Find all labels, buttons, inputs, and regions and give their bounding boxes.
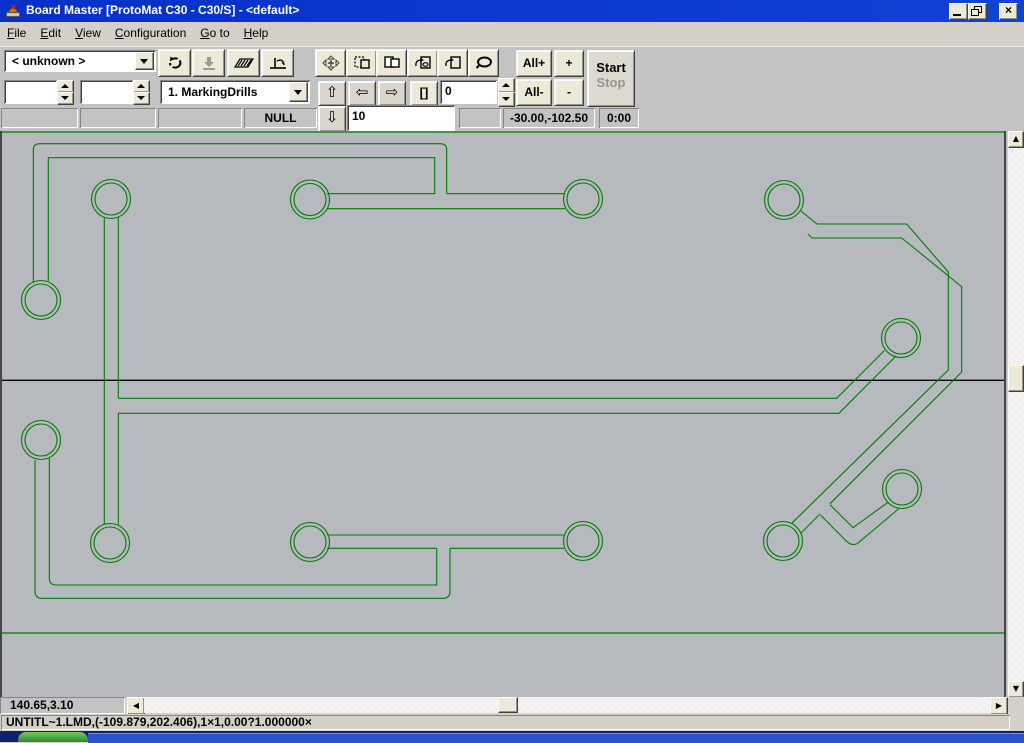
zoom-all-button[interactable] [468,49,499,77]
move-right-button[interactable]: ⇨ [378,81,406,106]
start-button-fragment[interactable] [18,732,88,742]
all-plus-button[interactable]: All+ [516,50,552,77]
taskbar-strip [0,731,1024,742]
step-size-field[interactable]: 10 [347,105,455,131]
vertical-scrollbar[interactable]: ▲ ▼ [1008,131,1024,697]
menu-item-help[interactable]: Help [244,26,269,40]
status-cell-4 [459,108,501,128]
tool-lift-button[interactable] [261,49,294,77]
rubout-area-button[interactable] [227,49,260,77]
scroll-down-button[interactable]: ▼ [1008,681,1024,698]
stop-label: Stop [588,75,634,90]
scroll-up-button[interactable]: ▲ [1008,131,1024,148]
scroll-left-button[interactable]: ◀ [127,697,145,715]
toolbar: < unknown > [0,46,1024,132]
tool-status-cell: NULL [244,108,317,128]
phase-spin-up-button[interactable] [498,78,515,93]
start-stop-button[interactable]: Start Stop [587,50,635,107]
y-position-spinner [133,80,149,104]
brackets-button[interactable]: [] [410,81,438,106]
phase-spin-down-button[interactable] [498,92,515,107]
minimize-button[interactable] [949,3,968,20]
head-select-dropdown-button[interactable] [135,52,154,70]
left-triangle-icon: ◀ [133,701,139,710]
status-cell-3 [158,108,242,128]
chevron-down-icon [140,59,148,64]
overlap-boards-icon [383,55,401,71]
zoom-window-button[interactable] [346,49,377,77]
import-file-icon [414,55,432,71]
left-arrow-icon: ⇦ [356,83,369,101]
minimize-icon [953,14,961,16]
phase-index-field[interactable]: 0 [440,80,497,104]
up-arrow-icon: ⇧ [326,83,339,101]
rotate-tool-button[interactable] [158,49,191,77]
export-file-icon [444,55,462,71]
menu-item-view[interactable]: View [75,26,101,40]
plus-button[interactable]: + [554,50,584,77]
window-title: Board Master [ProtoMat C30 - C30/S] - <d… [26,3,299,17]
phase-select-value: 1. MarkingDrills [168,85,257,99]
down-arrow-icon: ⇩ [326,108,339,126]
menu-bar: File Edit View Configuration Go to Help [0,22,1024,47]
cursor-coordinates-cell: 140.65,3.10 [0,697,125,714]
phase-select[interactable]: 1. MarkingDrills [160,80,310,104]
status-bar: UNTITL~1.LMD,(-109.879,202.406),1×1,0.00… [0,714,1024,731]
all-minus-button[interactable]: All- [516,79,552,106]
tool-drop-icon [199,55,219,71]
chevron-down-icon [294,90,302,95]
hscroll-thumb[interactable] [498,697,518,713]
tool-drop-button[interactable] [192,49,225,77]
restore-button[interactable] [968,3,987,20]
export-file-button[interactable] [437,49,468,77]
right-arrow-icon: ⇨ [386,83,399,101]
menu-item-edit[interactable]: Edit [40,26,61,40]
menu-item-configuration[interactable]: Configuration [115,26,186,40]
vscroll-thumb[interactable] [1008,365,1024,392]
menu-item-go-to[interactable]: Go to [200,26,229,40]
start-label: Start [588,60,634,75]
rotate-tool-icon [164,55,186,71]
phase-index-spinner [498,78,514,106]
y-position-field[interactable] [80,80,133,104]
x-position-spinner [57,80,73,104]
title-bar: Board Master [ProtoMat C30 - C30/S] - <d… [0,0,1024,22]
horizontal-scrollbar[interactable] [144,697,990,713]
head-select-value: < unknown > [12,54,85,68]
down-triangle-icon: ▼ [1013,684,1019,693]
overlap-boards-button[interactable] [376,49,407,77]
right-triangle-icon: ▶ [996,701,1002,710]
x-position-field[interactable] [4,80,57,104]
hscroll-row: 140.65,3.10 ◀ ▶ [0,697,1024,714]
move-left-button[interactable]: ⇦ [348,81,376,106]
tool-lift-icon [267,55,289,71]
import-file-button[interactable] [407,49,438,77]
app-icon [5,3,21,19]
file-status-text: UNTITL~1.LMD,(-109.879,202.406),1×1,0.00… [1,715,1010,730]
menu-item-file[interactable]: File [7,26,26,40]
pan-view-icon [322,55,340,71]
phase-select-dropdown-button[interactable] [289,82,308,102]
status-cell-2 [80,108,156,128]
zoom-all-icon [474,55,494,71]
pan-view-button[interactable] [315,49,346,77]
head-position-cell: -30.00,-102.50 [503,108,595,128]
minus-button[interactable]: - [554,79,584,106]
pcb-svg [0,131,1007,697]
elapsed-time-cell: 0:00 [599,108,639,128]
rubout-area-icon [233,55,255,71]
head-select[interactable]: < unknown > [4,50,156,72]
status-cell-1 [1,108,78,128]
close-button[interactable]: × [999,3,1018,20]
move-down-button[interactable]: ⇩ [318,106,346,132]
move-up-button[interactable]: ⇧ [318,81,346,106]
up-triangle-icon: ▲ [1013,134,1019,143]
zoom-window-icon [353,55,371,71]
x-spin-down-button[interactable] [57,92,74,105]
scroll-right-button[interactable]: ▶ [990,697,1008,715]
y-spin-down-button[interactable] [133,92,150,105]
board-view[interactable] [0,131,1007,697]
close-icon: × [1005,3,1012,17]
